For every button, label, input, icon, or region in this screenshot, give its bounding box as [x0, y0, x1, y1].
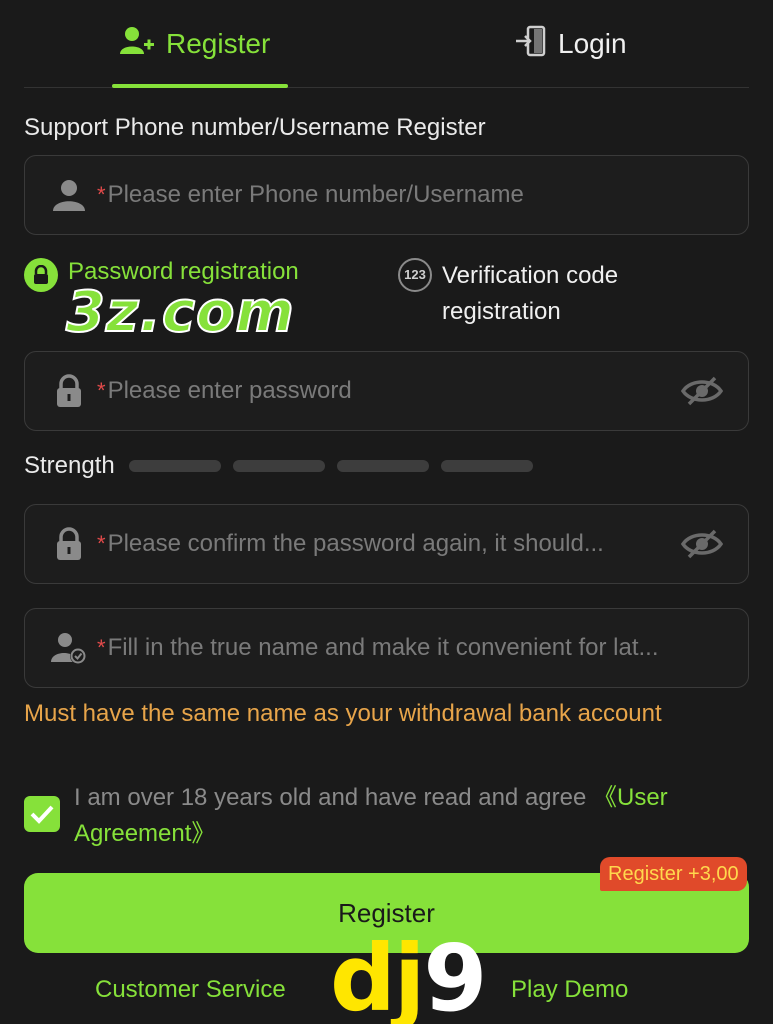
strength-bar: [128, 460, 221, 472]
section-title: Support Phone number/Username Register: [24, 114, 486, 141]
eye-off-icon[interactable]: [678, 369, 726, 413]
register-bonus-badge: Register +3,00: [600, 857, 747, 891]
agreement-statement: I am over 18 years old and have read and…: [74, 784, 593, 811]
watermark-logo-bottom: dj9: [330, 925, 487, 1024]
tab-register-label: Register: [166, 28, 271, 59]
watermark-logo: 3z.com: [65, 279, 295, 346]
add-user-icon: [120, 26, 154, 63]
verification-code-label: Verification code registration: [442, 262, 619, 325]
password-input[interactable]: [107, 377, 678, 405]
password-strength: Strength: [24, 452, 533, 480]
agreement-text: I am over 18 years old and have read and…: [74, 780, 749, 852]
auth-tabs: Register Login: [24, 0, 749, 88]
active-tab-indicator: [112, 84, 288, 88]
real-name-input[interactable]: [107, 634, 748, 662]
number-icon: 123: [398, 258, 432, 292]
required-mark: *: [97, 378, 106, 403]
strength-bars: [128, 460, 533, 472]
confirm-password-input[interactable]: [107, 530, 678, 558]
lock-icon: [47, 522, 91, 566]
eye-off-icon[interactable]: [678, 522, 726, 566]
agreement-row: I am over 18 years old and have read and…: [24, 780, 749, 852]
watermark-part: 9: [423, 925, 487, 1024]
login-icon: [514, 25, 546, 64]
user-check-icon: [47, 626, 91, 670]
username-field[interactable]: *: [24, 155, 749, 235]
required-mark: *: [97, 182, 106, 207]
strength-bar: [336, 460, 429, 472]
verification-code-option[interactable]: 123 Verification code registration: [398, 258, 718, 330]
tab-login-label: Login: [558, 28, 627, 59]
username-input[interactable]: [107, 181, 748, 209]
check-icon: [30, 805, 54, 824]
strength-label: Strength: [24, 452, 115, 479]
user-icon: [47, 173, 91, 217]
customer-service-link[interactable]: Customer Service: [95, 976, 286, 1004]
tab-login[interactable]: Login: [514, 22, 627, 66]
required-mark: *: [97, 531, 106, 556]
lock-icon: [47, 369, 91, 413]
watermark-part: dj: [330, 925, 425, 1024]
password-field[interactable]: *: [24, 351, 749, 431]
real-name-field[interactable]: *: [24, 608, 749, 688]
required-mark: *: [97, 635, 106, 660]
strength-bar: [440, 460, 533, 472]
tab-register[interactable]: Register: [120, 22, 270, 66]
strength-bar: [232, 460, 325, 472]
bank-name-note: Must have the same name as your withdraw…: [24, 700, 662, 727]
agreement-checkbox[interactable]: [24, 796, 60, 832]
confirm-password-field[interactable]: *: [24, 504, 749, 584]
lock-icon: [24, 258, 58, 292]
play-demo-link[interactable]: Play Demo: [511, 976, 628, 1004]
